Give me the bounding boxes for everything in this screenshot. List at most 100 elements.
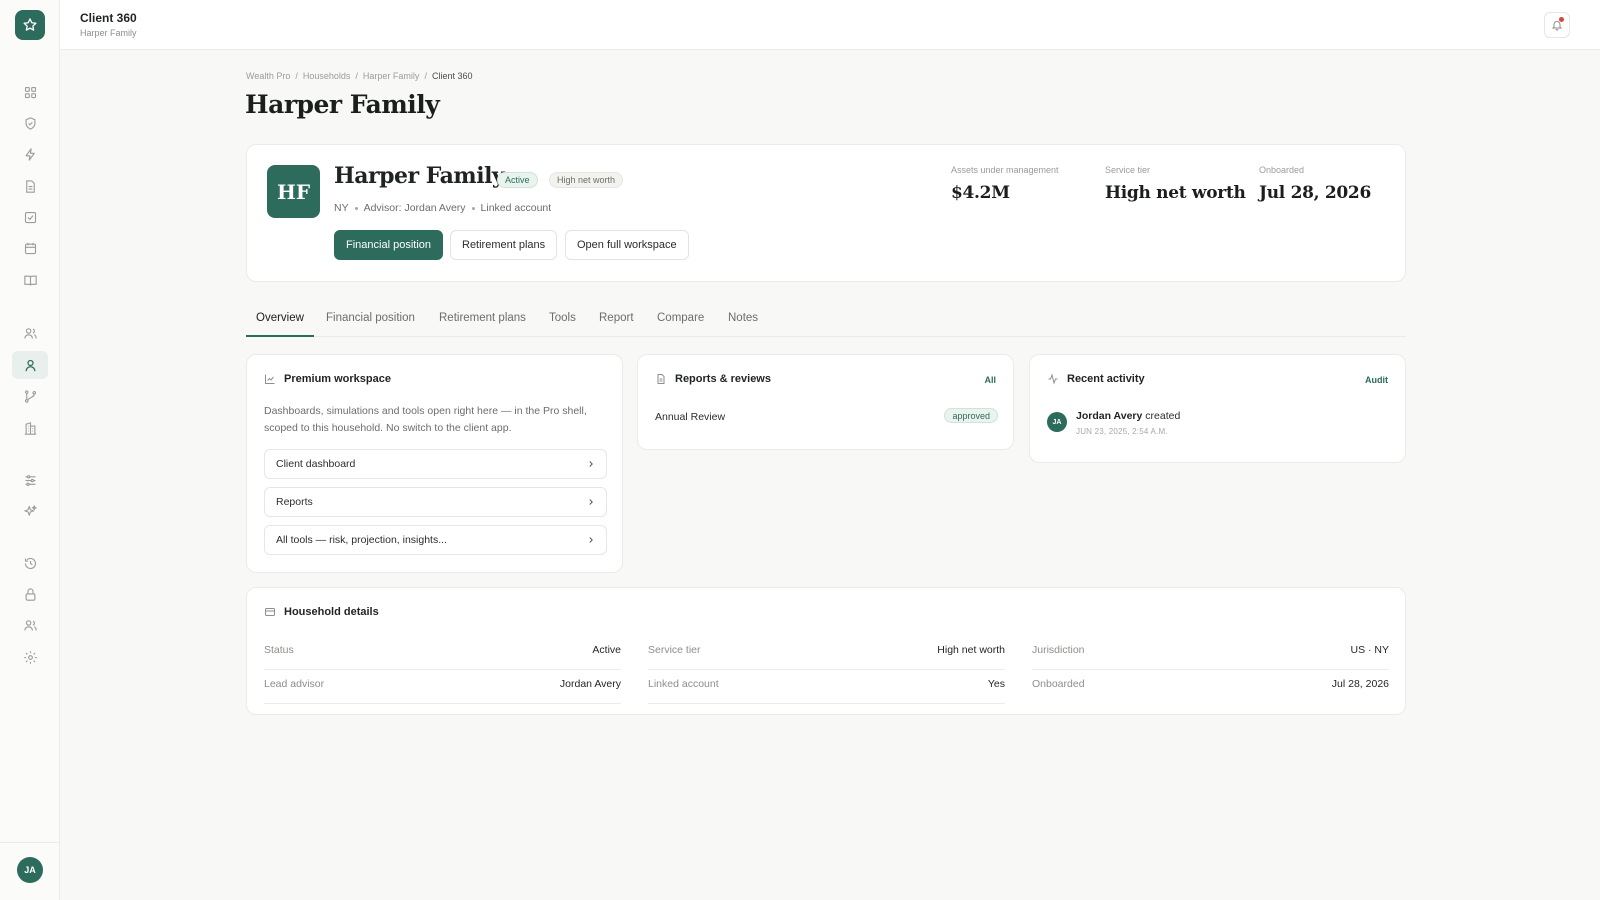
breadcrumb-item[interactable]: Wealth Pro [246,71,290,81]
audit-link[interactable]: Audit [1365,375,1388,385]
checklist-icon [24,211,36,223]
star-icon [23,18,37,31]
tab-tools[interactable]: Tools [549,312,576,324]
all-tools-link[interactable]: All tools — risk, projection, insights..… [264,525,607,555]
nav-library[interactable] [12,266,48,294]
sidebar: JA [0,0,60,900]
card-title: Recent activity [1067,373,1145,385]
card-header: Household details [264,606,379,618]
client-state: NY [334,202,349,214]
recent-activity-card: Recent activity Audit JA Jordan Avery cr… [1029,354,1406,463]
stat-label: Onboarded [1259,165,1305,175]
activity-action: created [1145,410,1181,422]
nav-compliance[interactable] [12,109,48,137]
chevron-right-icon [589,499,593,505]
nav-security[interactable] [12,580,48,608]
card-header: Premium workspace [264,373,391,385]
branch-icon [24,389,36,403]
nav-flows[interactable] [12,382,48,410]
open-workspace-button[interactable]: Open full workspace [565,230,689,260]
reports-link[interactable]: Reports [264,487,607,517]
nav-dashboard[interactable] [12,78,48,106]
detail-lead-advisor: Lead advisor Jordan Avery [264,670,621,704]
user-avatar[interactable]: JA [17,857,43,883]
tab-notes[interactable]: Notes [728,312,758,324]
client-dashboard-link[interactable]: Client dashboard [264,449,607,479]
tier-badge: High net worth [549,172,624,188]
link-label: Reports [276,496,313,508]
chevron-right-icon [589,537,593,543]
user-icon [25,359,35,371]
dashboard-icon [24,86,36,98]
nav-team[interactable] [12,611,48,639]
status-badge: approved [944,408,998,423]
meta-separator [471,206,475,210]
history-icon [24,557,36,569]
topbar: Client 360 Harper Family [60,0,1600,50]
financial-position-button[interactable]: Financial position [334,230,443,260]
retirement-plans-button[interactable]: Retirement plans [450,230,558,260]
nav-calendar[interactable] [12,234,48,262]
lightning-icon [25,147,35,161]
client-linked: Linked account [480,202,552,214]
premium-workspace-card: Premium workspace Dashboards, simulation… [246,354,623,573]
nav-settings[interactable] [12,643,48,671]
link-label: All tools — risk, projection, insights..… [276,534,447,546]
topbar-title: Client 360 [80,11,137,25]
stat-value: Jul 28, 2026 [1259,183,1371,203]
detail-key: Linked account [648,678,719,690]
detail-service-tier: Service tier High net worth [648,636,1005,670]
nav-actions[interactable] [12,140,48,168]
breadcrumb-item[interactable]: Harper Family [363,71,420,81]
card-title: Household details [284,606,379,618]
client-advisor: Advisor: Jordan Avery [363,202,466,214]
all-reports-link[interactable]: All [984,375,996,385]
nav-client-360[interactable] [12,351,48,379]
calendar-icon [24,242,36,254]
sparkles-icon [23,504,37,516]
detail-key: Onboarded [1032,678,1085,690]
client-name: Harper Family [334,163,505,189]
stat-label: Assets under management [951,165,1059,175]
detail-key: Service tier [648,644,701,656]
nav-households[interactable] [12,319,48,347]
sidebar-footer: JA [0,842,60,900]
detail-value: Jordan Avery [559,678,621,690]
detail-value: Active [592,644,621,656]
tab-overview[interactable]: Overview [256,312,304,324]
notifications-button[interactable] [1544,12,1570,38]
detail-jurisdiction: Jurisdiction US · NY [1032,636,1389,670]
card-header: Reports & reviews [655,373,771,385]
detail-status: Status Active [264,636,621,670]
topbar-subtitle: Harper Family [80,28,137,38]
detail-value: Jul 28, 2026 [1331,678,1389,690]
sliders-icon [25,474,35,486]
stat-value: High net worth [1105,183,1246,203]
tab-compare[interactable]: Compare [657,312,704,324]
app-logo[interactable] [15,10,45,40]
nav-insights[interactable] [12,497,48,525]
reports-reviews-card: Reports & reviews All Annual Review appr… [637,354,1014,450]
review-item[interactable]: Annual Review approved [655,408,998,423]
nav-history[interactable] [12,549,48,577]
tab-report[interactable]: Report [599,312,634,324]
breadcrumb: Wealth Pro / Households / Harper Family … [246,71,472,81]
nav-documents[interactable] [12,172,48,200]
breadcrumb-current: Client 360 [431,71,473,81]
nav-rules[interactable] [12,466,48,494]
active-tab-indicator [246,335,314,337]
app-root: JA Client 360 Harper Family Wealth Pro /… [0,0,1600,900]
document-icon [657,374,665,384]
breadcrumb-separator: / [355,71,358,81]
nav-institutions[interactable] [12,414,48,442]
detail-value: US · NY [1350,644,1389,656]
nav-tasks[interactable] [12,203,48,231]
tab-retirement-plans[interactable]: Retirement plans [439,312,526,324]
detail-key: Jurisdiction [1032,644,1085,656]
tab-bar: Overview Financial position Retirement p… [246,306,1406,337]
settings-icon [23,650,37,664]
detail-key: Status [264,644,294,656]
tab-financial-position[interactable]: Financial position [326,312,415,324]
detail-value: High net worth [937,644,1005,656]
breadcrumb-item[interactable]: Households [303,71,351,81]
